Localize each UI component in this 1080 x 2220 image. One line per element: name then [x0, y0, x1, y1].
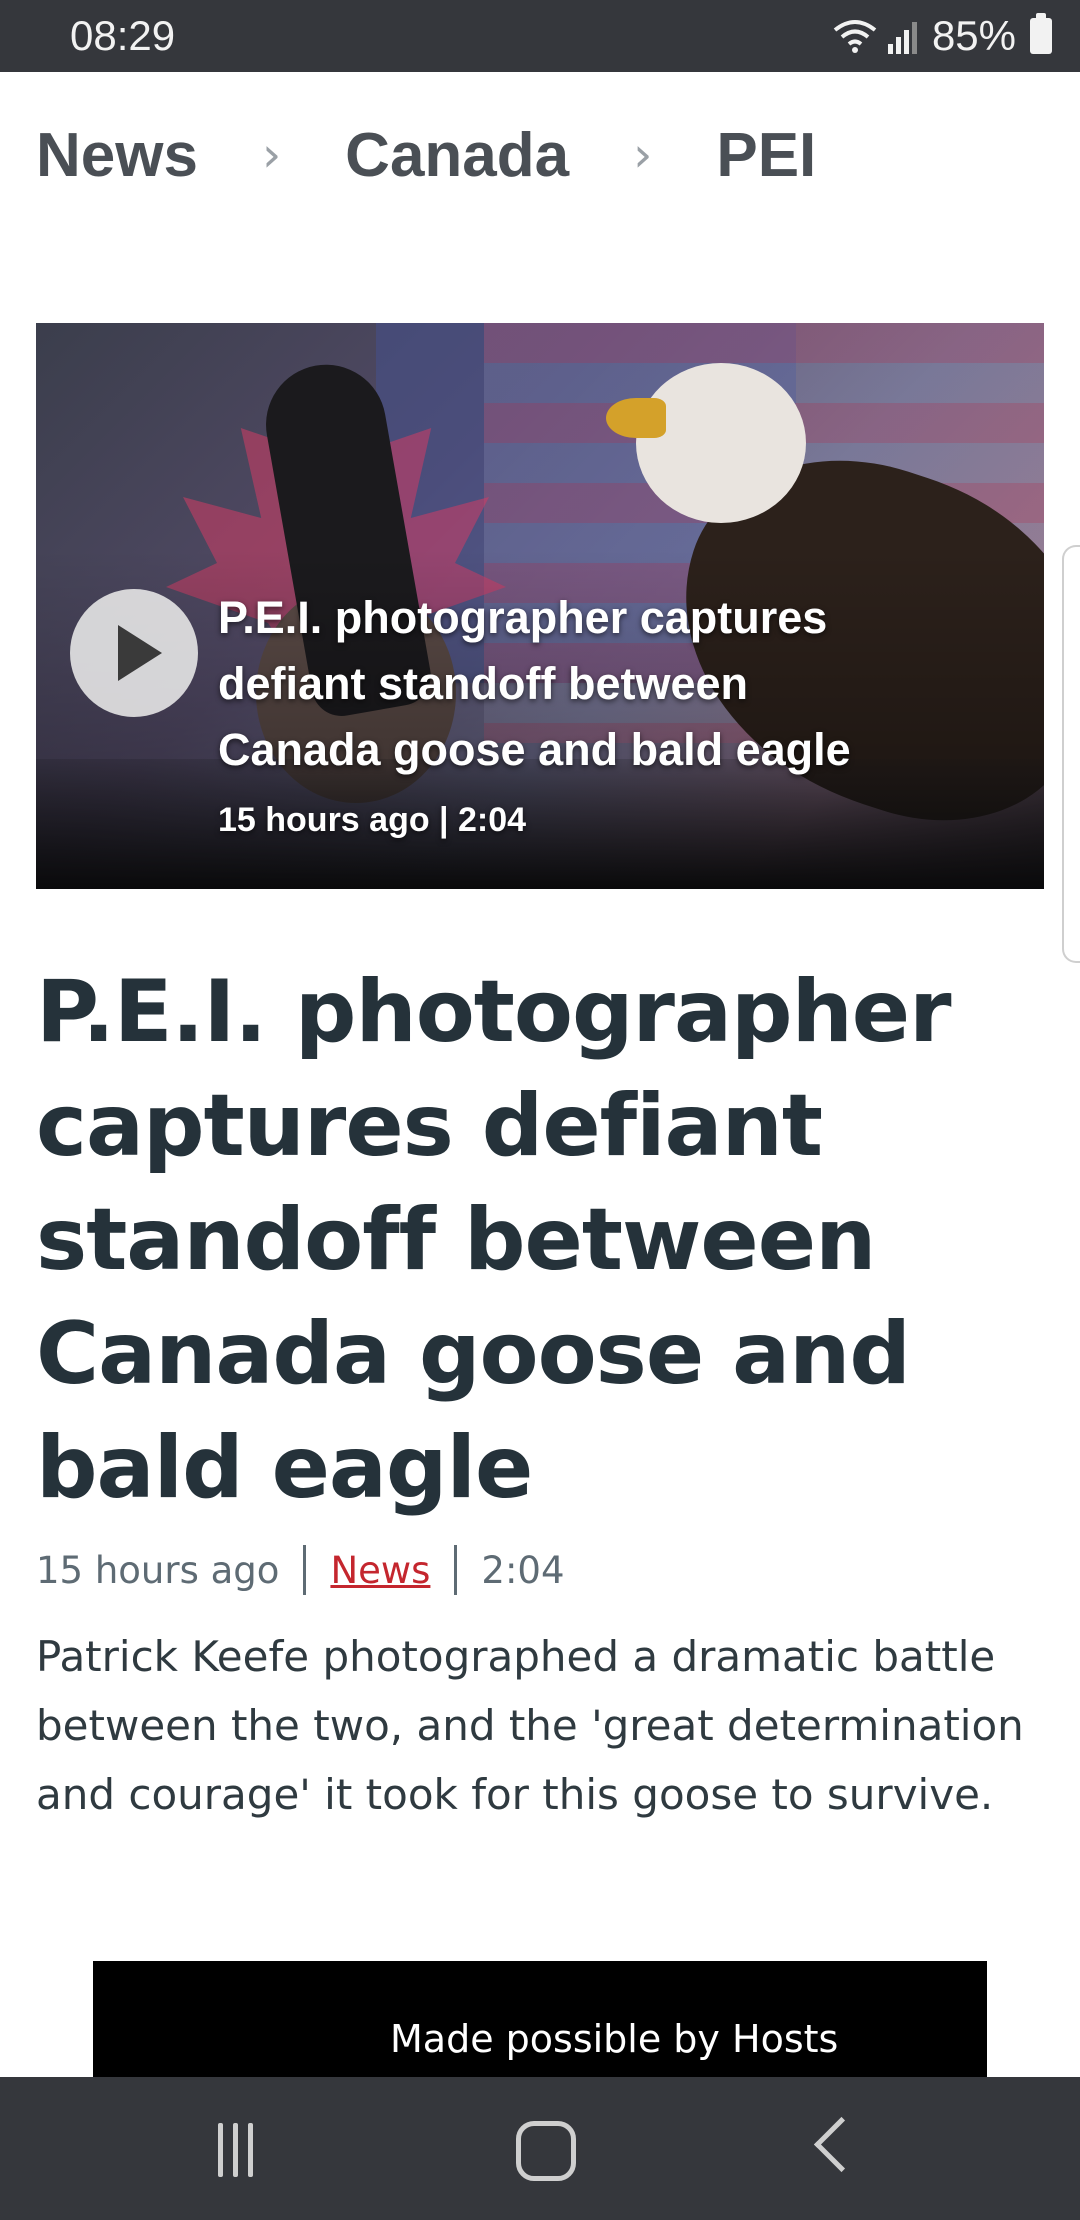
battery-icon	[1030, 13, 1052, 54]
back-icon[interactable]	[813, 2116, 870, 2173]
article-time: 15 hours ago	[36, 1548, 280, 1592]
breadcrumb-canada[interactable]: Canada	[345, 120, 569, 191]
system-nav-bar	[0, 2077, 1080, 2220]
divider	[454, 1545, 458, 1595]
chevron-right-icon: ›	[261, 127, 282, 183]
wifi-icon	[833, 20, 877, 53]
article-summary: Patrick Keefe photographed a dramatic ba…	[36, 1632, 1024, 1819]
category-link[interactable]: News	[330, 1549, 430, 1592]
video-player[interactable]: P.E.I. photographer captures defiant sta…	[36, 323, 1044, 889]
status-icons: 85%	[832, 10, 1052, 62]
battery-percent: 85%	[931, 12, 1016, 59]
divider	[303, 1545, 307, 1595]
article-meta: 15 hours ago News 2:04	[36, 1545, 565, 1595]
recents-icon[interactable]	[218, 2123, 264, 2177]
edge-panel-handle[interactable]	[1062, 545, 1080, 963]
article-duration: 2:04	[481, 1548, 565, 1592]
breadcrumb: News › Canada › PEI	[36, 110, 816, 200]
ad-text: Made possible by Hosts	[390, 2017, 839, 2061]
breadcrumb-pei[interactable]: PEI	[716, 120, 816, 191]
ad-banner[interactable]: Made possible by Hosts	[93, 1961, 987, 2079]
article-headline: P.E.I. photographer captures defiant sta…	[36, 962, 952, 1518]
home-icon[interactable]	[516, 2121, 576, 2181]
play-button[interactable]	[70, 589, 198, 717]
video-title[interactable]: P.E.I. photographer captures defiant sta…	[218, 585, 878, 783]
video-meta: 15 hours ago | 2:04	[218, 801, 527, 839]
play-icon	[118, 625, 162, 681]
chevron-right-icon: ›	[633, 127, 653, 183]
cell-signal-icon	[887, 22, 917, 54]
status-bar: 08:29 85%	[0, 0, 1080, 72]
status-time: 08:29	[70, 12, 176, 59]
breadcrumb-news[interactable]: News	[36, 120, 198, 191]
